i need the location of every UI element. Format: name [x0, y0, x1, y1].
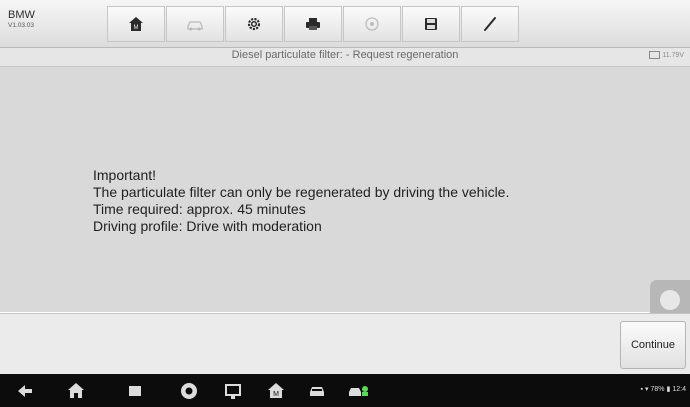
wifi-icon: ▾	[644, 386, 649, 393]
message-heading: Important!	[93, 167, 157, 183]
home-icon: M	[129, 17, 143, 31]
android-home-button[interactable]	[65, 380, 87, 402]
svg-text:M: M	[273, 391, 279, 398]
vehicle-button[interactable]	[306, 380, 328, 402]
vehicle-brand: BMW V1.03.03	[8, 9, 68, 41]
battery-percent: 78%	[650, 385, 665, 393]
message-line: Driving profile: Drive with moderation	[93, 218, 322, 234]
system-status-area: ▪ ▾ 78% ▮ 12:4	[639, 385, 687, 394]
continue-button[interactable]: Continue	[620, 321, 686, 369]
back-icon	[18, 385, 32, 397]
car-icon	[310, 387, 324, 396]
edit-button[interactable]	[461, 6, 519, 42]
screenshot-icon	[225, 384, 241, 399]
home-button[interactable]: M	[107, 6, 165, 42]
toolbar-buttons: M	[107, 6, 520, 42]
clock: 12:4	[672, 385, 686, 393]
vehicle-swap-button[interactable]	[166, 6, 224, 42]
message-text: Important! The particulate filter can on…	[93, 167, 653, 235]
save-icon	[425, 18, 437, 30]
print-button[interactable]	[284, 6, 342, 42]
message-line: The particulate filter can only be regen…	[93, 184, 510, 200]
autel-icon: M	[268, 383, 284, 398]
message-panel: Important! The particulate filter can on…	[0, 67, 690, 320]
settings-button[interactable]	[225, 6, 283, 42]
page-title: Diesel particulate filter: - Request reg…	[231, 49, 459, 61]
message-line: Time required: approx. 45 minutes	[93, 201, 306, 217]
system-navigation-bar: M ▪ ▾ 78% ▮ 12:4	[0, 374, 690, 407]
pen-icon	[484, 17, 496, 31]
back-button[interactable]	[14, 380, 36, 402]
battery-icon: ▮	[666, 386, 671, 393]
print-icon	[306, 18, 320, 30]
software-version: V1.03.03	[8, 22, 35, 29]
settings-icon	[247, 17, 261, 31]
battery-voltage: 11.79V	[649, 51, 684, 59]
voltage-value: 11.79V	[662, 51, 684, 59]
vci-icon	[349, 386, 368, 396]
home-icon	[68, 383, 84, 398]
battery-icon	[649, 51, 661, 59]
recent-apps-icon	[129, 386, 141, 396]
vehicle-swap-icon	[187, 21, 203, 31]
recent-apps-button[interactable]	[124, 380, 146, 402]
help-icon	[365, 17, 379, 31]
save-button[interactable]	[402, 6, 460, 42]
chrome-icon	[181, 383, 197, 399]
circle-icon	[660, 290, 680, 310]
help-button[interactable]	[343, 6, 401, 42]
browser-button[interactable]	[178, 380, 200, 402]
app-screen: BMW V1.03.03 M Diesel particulate filter…	[0, 0, 690, 407]
autel-home-button[interactable]: M	[265, 380, 287, 402]
message-icon: ▪	[640, 385, 643, 393]
svg-text:M: M	[134, 25, 139, 31]
top-toolbar: BMW V1.03.03 M	[0, 0, 690, 48]
brand-name: BMW	[8, 9, 35, 21]
screenshot-button[interactable]	[222, 380, 244, 402]
action-footer: Continue	[0, 313, 690, 374]
page-title-bar: Diesel particulate filter: - Request reg…	[0, 48, 690, 67]
vci-button[interactable]	[347, 380, 369, 402]
